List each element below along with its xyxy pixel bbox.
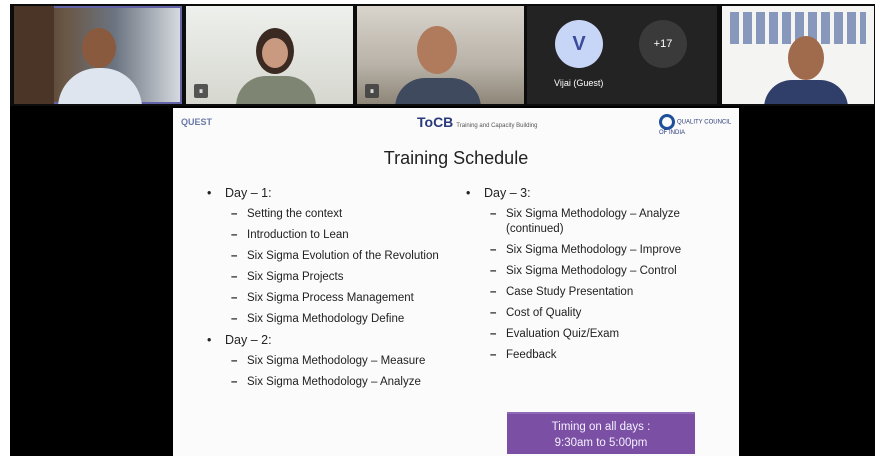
schedule-item: Case Study Presentation <box>466 285 716 300</box>
shared-presentation: QUEST ToCB Training and Capacity Building… <box>173 108 739 456</box>
participant-tile-guest[interactable]: V Vijai (Guest) +17 <box>527 6 717 104</box>
tocb-logo-text: ToCB <box>417 114 454 130</box>
day-3-heading: Day – 3: <box>466 186 716 200</box>
participant-video-1[interactable] <box>14 6 182 104</box>
schedule-item: Feedback <box>466 348 716 363</box>
schedule-item: Six Sigma Methodology – Analyze <box>207 375 457 390</box>
timing-line-2: 9:30am to 5:00pm <box>554 437 648 449</box>
day-1-heading: Day – 1: <box>207 186 457 200</box>
participant-face <box>262 38 288 68</box>
schedule-item: Six Sigma Process Management <box>207 291 457 306</box>
participant-body <box>236 76 316 104</box>
qci-logo: QUALITY COUNCIL OF INDIA <box>659 114 739 136</box>
schedule-item: Setting the context <box>207 207 457 222</box>
quest-logo: QUEST <box>181 117 213 127</box>
participant-body <box>395 78 481 104</box>
schedule-item: Six Sigma Evolution of the Revolution <box>207 249 457 264</box>
participant-face <box>82 28 116 68</box>
more-participants-button[interactable]: +17 <box>639 20 687 68</box>
schedule-item: Introduction to Lean <box>207 228 457 243</box>
schedule-item: Six Sigma Methodology – Improve <box>466 243 716 258</box>
participant-strip: ⏸ ⏸ V Vijai (Guest) +17 <box>10 4 875 106</box>
schedule-item: Six Sigma Methodology – Analyze (continu… <box>466 207 716 237</box>
participant-video-3[interactable]: ⏸ <box>357 6 524 104</box>
mic-off-icon: ⏸ <box>194 84 208 98</box>
schedule-item: Six Sigma Methodology – Control <box>466 264 716 279</box>
guest-name-label: Vijai (Guest) <box>554 78 604 88</box>
timing-banner: Timing on all days : 9:30am to 5:00pm <box>507 412 695 454</box>
schedule-right-column: Day – 3: Six Sigma Methodology – Analyze… <box>466 186 716 369</box>
mic-off-icon: ⏸ <box>365 84 379 98</box>
schedule-item: Cost of Quality <box>466 306 716 321</box>
day-2-heading: Day – 2: <box>207 333 457 347</box>
participant-face <box>788 36 824 80</box>
slide-header: QUEST ToCB Training and Capacity Building… <box>173 108 739 146</box>
schedule-left-column: Day – 1: Setting the context Introductio… <box>207 186 457 396</box>
schedule-item: Six Sigma Methodology – Measure <box>207 354 457 369</box>
qci-mark-icon <box>659 114 675 130</box>
timing-line-1: Timing on all days : <box>551 421 651 433</box>
participant-video-5[interactable] <box>722 6 874 104</box>
participant-face <box>417 26 457 74</box>
schedule-item: Evaluation Quiz/Exam <box>466 327 716 342</box>
participant-body <box>58 68 142 104</box>
tocb-logo-subtext: Training and Capacity Building <box>456 123 538 129</box>
guest-avatar: V <box>555 20 603 68</box>
meeting-window: ⏸ ⏸ V Vijai (Guest) +17 QUEST ToCB Traini… <box>10 4 875 456</box>
bookshelf <box>14 6 54 104</box>
schedule-item: Six Sigma Methodology Define <box>207 312 457 327</box>
tocb-logo: ToCB Training and Capacity Building <box>417 114 537 130</box>
slide-title: Training Schedule <box>383 148 529 168</box>
schedule-item: Six Sigma Projects <box>207 270 457 285</box>
participant-video-2[interactable]: ⏸ <box>186 6 353 104</box>
participant-body <box>764 80 848 104</box>
